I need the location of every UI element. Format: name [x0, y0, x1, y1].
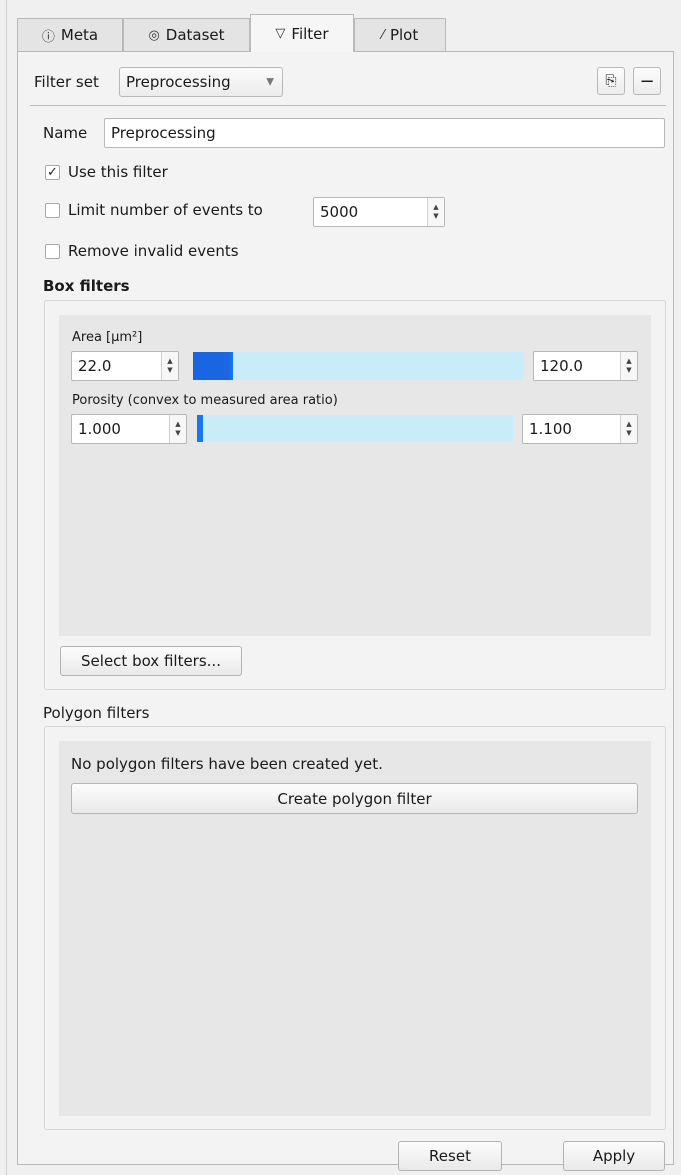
reset-button[interactable]: Reset [398, 1141, 502, 1171]
filter-set-combo[interactable]: Preprocessing ▼ [119, 67, 283, 97]
spin-arrows-icon[interactable]: ▲ ▼ [620, 415, 637, 443]
duplicate-filter-set-button[interactable]: ⎘ [597, 67, 625, 95]
limit-events-checkbox[interactable] [45, 203, 60, 218]
area-range-slider[interactable] [193, 352, 523, 380]
spin-arrows-icon[interactable]: ▲ ▼ [427, 198, 444, 226]
select-box-filters-button[interactable]: Select box filters... [60, 646, 242, 676]
porosity-max-spinbox[interactable]: 1.100 ▲ ▼ [522, 414, 638, 444]
remove-invalid-checkbox[interactable] [45, 244, 60, 259]
area-min-value: 22.0 [78, 357, 112, 375]
spin-arrows-icon[interactable]: ▲ ▼ [169, 415, 186, 443]
spin-arrows-icon[interactable]: ▲ ▼ [620, 352, 637, 380]
porosity-filter-label: Porosity (convex to measured area ratio) [72, 393, 338, 408]
name-input-value: Preprocessing [111, 124, 216, 142]
use-filter-label: Use this filter [68, 163, 168, 181]
name-label: Name [43, 124, 88, 142]
minus-icon: − [639, 70, 655, 92]
area-filter-label: Area [µm²] [72, 330, 143, 345]
area-min-spinbox[interactable]: 22.0 ▲ ▼ [71, 351, 179, 381]
create-polygon-filter-button[interactable]: Create polygon filter [71, 783, 638, 814]
apply-button[interactable]: Apply [563, 1141, 665, 1171]
box-filters-title: Box filters [43, 277, 130, 295]
limit-events-label: Limit number of events to [68, 201, 263, 219]
area-max-value: 120.0 [540, 357, 583, 375]
limit-events-value: 5000 [320, 203, 359, 221]
porosity-range-slider[interactable] [197, 415, 513, 442]
check-icon: ✓ [47, 165, 58, 180]
polygon-filters-title: Polygon filters [43, 704, 150, 722]
spin-arrows-icon[interactable]: ▲ ▼ [161, 352, 178, 380]
porosity-max-value: 1.100 [529, 420, 572, 438]
polygon-empty-text: No polygon filters have been created yet… [71, 755, 383, 773]
remove-invalid-label: Remove invalid events [68, 242, 239, 260]
clipboard-icon: ⎘ [605, 73, 617, 89]
remove-filter-set-button[interactable]: − [633, 67, 661, 95]
separator [30, 105, 666, 106]
porosity-min-value: 1.000 [78, 420, 121, 438]
chevron-down-icon: ▼ [266, 76, 274, 88]
area-max-spinbox[interactable]: 120.0 ▲ ▼ [533, 351, 638, 381]
area-range-fill[interactable] [193, 352, 233, 380]
filter-set-label: Filter set [34, 73, 99, 91]
porosity-range-fill[interactable] [197, 415, 204, 442]
filter-set-selected: Preprocessing [126, 73, 231, 91]
limit-events-spinbox[interactable]: 5000 ▲ ▼ [313, 197, 445, 227]
name-input[interactable]: Preprocessing [104, 118, 665, 148]
porosity-min-spinbox[interactable]: 1.000 ▲ ▼ [71, 414, 187, 444]
use-filter-checkbox[interactable]: ✓ [45, 165, 60, 180]
